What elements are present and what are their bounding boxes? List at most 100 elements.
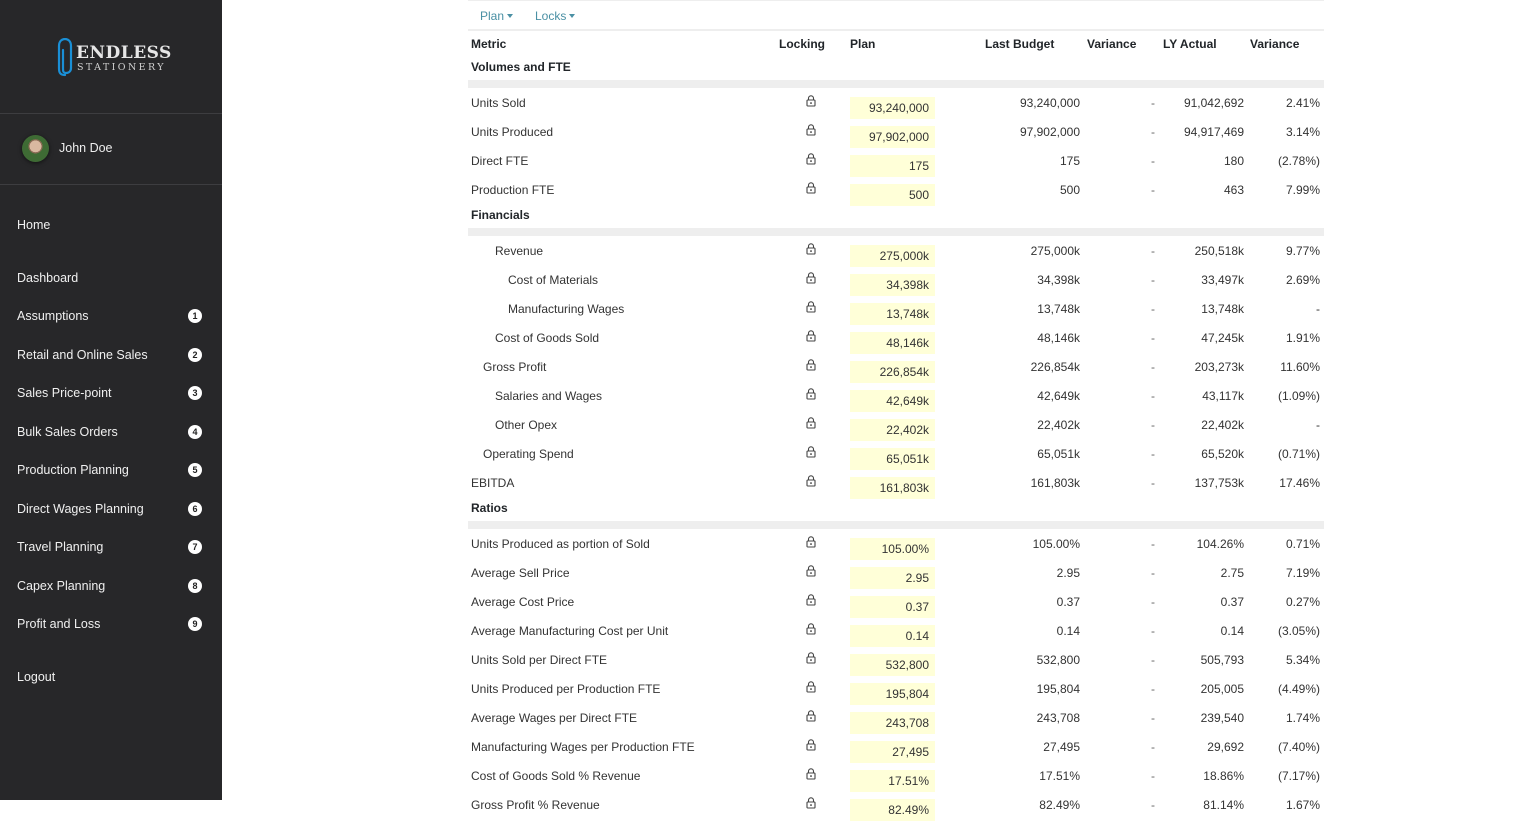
table-row: Units Sold per Direct FTE 532,800 532,800-… xyxy=(468,650,1324,679)
user-profile[interactable]: John Doe xyxy=(22,134,113,162)
sidebar-item-capex-planning[interactable]: Capex Planning 8 xyxy=(17,576,202,596)
step-badge: 7 xyxy=(188,540,202,554)
section-divider xyxy=(468,521,1324,529)
sidebar-item-profit-and-loss[interactable]: Profit and Loss 9 xyxy=(17,614,202,634)
last-budget-value: 532,800 xyxy=(1036,653,1080,667)
lock-icon[interactable] xyxy=(806,475,816,487)
last-budget-value: 0.14 xyxy=(1056,624,1080,638)
plan-input[interactable]: 105.00% xyxy=(850,538,935,560)
lock-icon[interactable] xyxy=(806,681,816,693)
plan-input[interactable]: 175 xyxy=(850,155,935,177)
plan-input[interactable]: 65,051k xyxy=(850,448,935,470)
plan-input[interactable]: 0.14 xyxy=(850,625,935,647)
lock-icon[interactable] xyxy=(806,739,816,751)
plan-input[interactable]: 82.49% xyxy=(850,799,935,821)
plan-input[interactable]: 17.51% xyxy=(850,770,935,792)
sidebar-item-label: Home xyxy=(17,218,51,232)
table-row: Manufacturing Wages 13,748k 13,748k -13,748… xyxy=(468,299,1324,328)
table-row: Manufacturing Wages per Production FTE 27… xyxy=(468,737,1324,766)
lock-icon[interactable] xyxy=(806,446,816,458)
section-divider xyxy=(468,80,1324,88)
lock-icon[interactable] xyxy=(806,153,816,165)
sidebar-item-home[interactable]: Home xyxy=(17,215,202,235)
plan-input[interactable]: 34,398k xyxy=(850,274,935,296)
avatar xyxy=(22,134,49,162)
plan-input[interactable]: 97,902,000 xyxy=(850,126,935,148)
last-budget-value: 13,748k xyxy=(1037,302,1080,316)
metric-label: Average Cost Price xyxy=(471,595,575,609)
last-budget-value: 175 xyxy=(1059,154,1080,168)
variance-ly-value: (7.17%) xyxy=(1277,769,1320,783)
plan-input[interactable]: 22,402k xyxy=(850,419,935,441)
step-badge: 5 xyxy=(188,463,202,477)
last-budget-value: 34,398k xyxy=(1037,273,1080,287)
lock-icon[interactable] xyxy=(806,623,816,635)
lock-icon[interactable] xyxy=(806,417,816,429)
sidebar-item-label: Retail and Online Sales xyxy=(17,348,148,362)
lock-icon[interactable] xyxy=(806,124,816,136)
sidebar-item-label: Dashboard xyxy=(17,271,79,285)
plan-dropdown[interactable]: Plan xyxy=(480,9,514,23)
last-budget-value: 65,051k xyxy=(1037,447,1080,461)
last-budget-value: 93,240,000 xyxy=(1019,96,1080,110)
last-budget-value: 226,854k xyxy=(1030,360,1080,374)
lock-icon[interactable] xyxy=(806,710,816,722)
last-budget-value: 17.51% xyxy=(1039,769,1080,783)
section-title: Ratios xyxy=(471,501,508,515)
sidebar-item-production-planning[interactable]: Production Planning 5 xyxy=(17,460,202,480)
metric-label: Units Produced as portion of Sold xyxy=(471,537,650,551)
sidebar-item-dashboard[interactable]: Dashboard xyxy=(17,268,202,288)
last-budget-value: 195,804 xyxy=(1036,682,1080,696)
lock-icon[interactable] xyxy=(806,652,816,664)
plan-input[interactable]: 243,708 xyxy=(850,712,935,734)
lock-icon[interactable] xyxy=(806,301,816,313)
plan-input[interactable]: 48,146k xyxy=(850,332,935,354)
lock-icon[interactable] xyxy=(806,797,816,809)
plan-input[interactable]: 27,495 xyxy=(850,741,935,763)
lock-icon[interactable] xyxy=(806,182,816,194)
variance-ly-value: 1.74% xyxy=(1285,711,1320,725)
lock-icon[interactable] xyxy=(806,359,816,371)
plan-input[interactable]: 500 xyxy=(850,184,935,206)
metric-label: Manufacturing Wages per Production FTE xyxy=(471,740,695,754)
plan-input[interactable]: 275,000k xyxy=(850,245,935,267)
lock-icon[interactable] xyxy=(806,95,816,107)
sidebar-item-assumptions[interactable]: Assumptions 1 xyxy=(17,306,202,326)
variance-ly-value: (7.40%) xyxy=(1277,740,1320,754)
plan-input[interactable]: 0.37 xyxy=(850,596,935,618)
plan-input[interactable]: 161,803k xyxy=(850,477,935,499)
lock-icon[interactable] xyxy=(806,272,816,284)
lock-icon[interactable] xyxy=(806,243,816,255)
lock-icon[interactable] xyxy=(806,565,816,577)
sidebar-item-retail-online-sales[interactable]: Retail and Online Sales 2 xyxy=(17,345,202,365)
metric-label: Units Sold xyxy=(471,96,526,110)
sidebar-item-bulk-sales-orders[interactable]: Bulk Sales Orders 4 xyxy=(17,422,202,442)
brand-logo[interactable]: ENDLESS STATIONERY xyxy=(56,38,176,78)
metric-label: EBITDA xyxy=(471,476,515,490)
variance-ly-value: 1.91% xyxy=(1285,331,1320,345)
plan-input[interactable]: 93,240,000 xyxy=(850,97,935,119)
table-row: Other Opex 22,402k 22,402k -22,402k - xyxy=(468,415,1324,444)
last-budget-value: 0.37 xyxy=(1056,595,1080,609)
sidebar-item-travel-planning[interactable]: Travel Planning 7 xyxy=(17,537,202,557)
sidebar-item-label: Assumptions xyxy=(17,309,89,323)
plan-input[interactable]: 42,649k xyxy=(850,390,935,412)
lock-icon[interactable] xyxy=(806,768,816,780)
last-budget-value: 42,649k xyxy=(1037,389,1080,403)
sidebar-item-logout[interactable]: Logout xyxy=(17,667,202,687)
sidebar-item-direct-wages-planning[interactable]: Direct Wages Planning 6 xyxy=(17,499,202,519)
column-header-metric: Metric xyxy=(471,37,507,51)
plan-input[interactable]: 226,854k xyxy=(850,361,935,383)
lock-icon[interactable] xyxy=(806,536,816,548)
plan-input[interactable]: 532,800 xyxy=(850,654,935,676)
lock-icon[interactable] xyxy=(806,388,816,400)
plan-input[interactable]: 195,804 xyxy=(850,683,935,705)
metric-label: Units Produced per Production FTE xyxy=(471,682,661,696)
plan-input[interactable]: 2.95 xyxy=(850,567,935,589)
locks-dropdown[interactable]: Locks xyxy=(535,9,576,23)
lock-icon[interactable] xyxy=(806,594,816,606)
plan-input[interactable]: 13,748k xyxy=(850,303,935,325)
variance-ly-value: 2.41% xyxy=(1285,96,1320,110)
lock-icon[interactable] xyxy=(806,330,816,342)
sidebar-item-sales-price-point[interactable]: Sales Price-point 3 xyxy=(17,383,202,403)
